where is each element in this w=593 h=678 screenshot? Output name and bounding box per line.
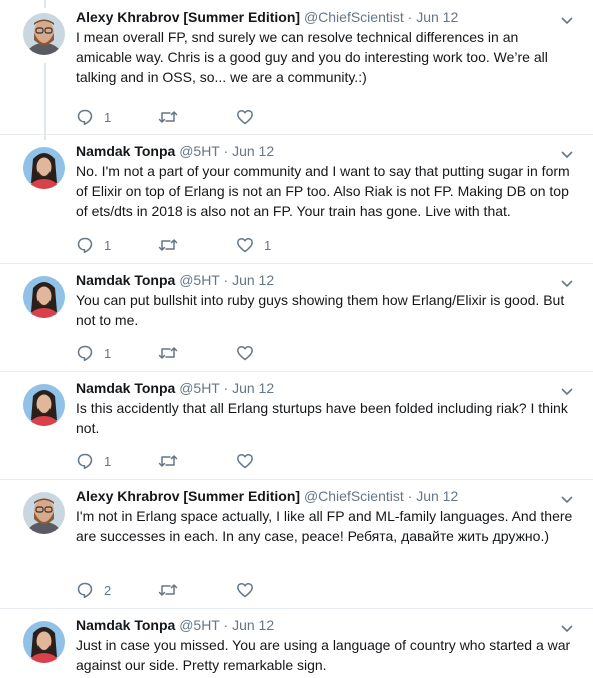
author-handle[interactable]: @5HT xyxy=(179,380,219,396)
tweet-header: Alexy Khrabrov [Summer Edition] @ChiefSc… xyxy=(76,8,458,26)
author-name[interactable]: Namdak Tonpa xyxy=(76,380,175,396)
retweet-icon xyxy=(158,581,178,599)
heart-icon xyxy=(236,344,254,362)
tweet-text: You can put bullshit into ruby guys show… xyxy=(76,292,565,328)
tweet[interactable]: Namdak Tonpa @5HT · Jun 12 You can put b… xyxy=(0,263,593,372)
author-handle[interactable]: @ChiefScientist xyxy=(304,488,404,504)
tweet-date[interactable]: Jun 12 xyxy=(232,143,274,159)
tweet-header: Alexy Khrabrov [Summer Edition] @ChiefSc… xyxy=(76,487,458,505)
separator: · xyxy=(223,380,229,396)
avatar[interactable] xyxy=(23,492,65,534)
retweet-button[interactable] xyxy=(158,451,188,471)
like-button[interactable] xyxy=(236,580,264,600)
avatar[interactable] xyxy=(23,147,65,189)
tweet-date[interactable]: Jun 12 xyxy=(416,9,458,25)
separator: · xyxy=(223,272,229,288)
tweet-date[interactable]: Jun 12 xyxy=(416,488,458,504)
like-button[interactable]: 1 xyxy=(236,235,271,255)
tweet-text: I'm not in Erlang space actually, I like… xyxy=(76,508,573,544)
separator: · xyxy=(407,488,413,504)
retweet-icon xyxy=(158,344,178,362)
retweet-button[interactable] xyxy=(158,107,188,127)
author-handle[interactable]: @5HT xyxy=(179,617,219,633)
reply-button[interactable]: 1 xyxy=(76,107,111,127)
author-handle[interactable]: @5HT xyxy=(179,272,219,288)
tweet-date[interactable]: Jun 12 xyxy=(232,380,274,396)
tweet[interactable]: Alexy Khrabrov [Summer Edition] @ChiefSc… xyxy=(0,0,593,135)
tweet-header: Namdak Tonpa @5HT · Jun 12 xyxy=(76,616,274,634)
like-button[interactable] xyxy=(236,343,264,363)
author-name[interactable]: Alexy Khrabrov [Summer Edition] xyxy=(76,9,300,25)
heart-icon xyxy=(236,236,254,254)
separator: · xyxy=(223,143,229,159)
author-name[interactable]: Namdak Tonpa xyxy=(76,143,175,159)
tweet-text: I mean overall FP, snd surely we can res… xyxy=(76,29,548,85)
reply-button[interactable]: 1 xyxy=(76,451,111,471)
avatar[interactable] xyxy=(23,621,65,663)
tweet-text: No. I'm not a part of your community and… xyxy=(76,163,570,219)
like-count: 1 xyxy=(264,237,272,253)
retweet-button[interactable] xyxy=(158,343,188,363)
reply-button[interactable]: 1 xyxy=(76,235,111,255)
retweet-icon xyxy=(158,452,178,470)
like-button[interactable] xyxy=(236,107,264,127)
reply-icon xyxy=(76,344,94,362)
reply-icon xyxy=(76,236,94,254)
tweet-header: Namdak Tonpa @5HT · Jun 12 xyxy=(76,379,274,397)
avatar[interactable] xyxy=(23,13,65,55)
reply-count: 1 xyxy=(104,345,112,361)
separator: · xyxy=(223,617,229,633)
avatar[interactable] xyxy=(23,276,65,318)
author-name[interactable]: Namdak Tonpa xyxy=(76,272,175,288)
retweet-icon xyxy=(158,236,178,254)
tweet[interactable]: Alexy Khrabrov [Summer Edition] @ChiefSc… xyxy=(0,479,593,609)
reply-button[interactable]: 2 xyxy=(76,580,111,600)
tweet-date[interactable]: Jun 12 xyxy=(232,272,274,288)
author-handle[interactable]: @ChiefScientist xyxy=(304,9,404,25)
reply-count: 1 xyxy=(104,453,112,469)
reply-count: 1 xyxy=(104,237,112,253)
tweet-text: Is this accidently that all Erlang sturt… xyxy=(76,400,568,436)
tweet-date[interactable]: Jun 12 xyxy=(232,617,274,633)
reply-count: 1 xyxy=(104,109,112,125)
avatar[interactable] xyxy=(23,384,65,426)
tweet-text: Just in case you missed. You are using a… xyxy=(76,637,571,673)
retweet-button[interactable] xyxy=(158,235,188,255)
retweet-button[interactable] xyxy=(158,580,188,600)
retweet-icon xyxy=(158,108,178,126)
reply-icon xyxy=(76,581,94,599)
author-handle[interactable]: @5HT xyxy=(179,143,219,159)
separator: · xyxy=(407,9,413,25)
tweet-header: Namdak Tonpa @5HT · Jun 12 xyxy=(76,142,274,160)
reply-button[interactable]: 1 xyxy=(76,343,111,363)
reply-icon xyxy=(76,108,94,126)
heart-icon xyxy=(236,581,254,599)
author-name[interactable]: Alexy Khrabrov [Summer Edition] xyxy=(76,488,300,504)
reply-icon xyxy=(76,452,94,470)
tweet[interactable]: Namdak Tonpa @5HT · Jun 12 Is this accid… xyxy=(0,371,593,480)
heart-icon xyxy=(236,452,254,470)
tweet-header: Namdak Tonpa @5HT · Jun 12 xyxy=(76,271,274,289)
tweet[interactable]: Namdak Tonpa @5HT · Jun 12 No. I'm not a… xyxy=(0,134,593,264)
like-button[interactable] xyxy=(236,451,264,471)
heart-icon xyxy=(236,108,254,126)
tweet[interactable]: Namdak Tonpa @5HT · Jun 12 Just in case … xyxy=(0,608,593,678)
author-name[interactable]: Namdak Tonpa xyxy=(76,617,175,633)
reply-count: 2 xyxy=(104,582,112,598)
